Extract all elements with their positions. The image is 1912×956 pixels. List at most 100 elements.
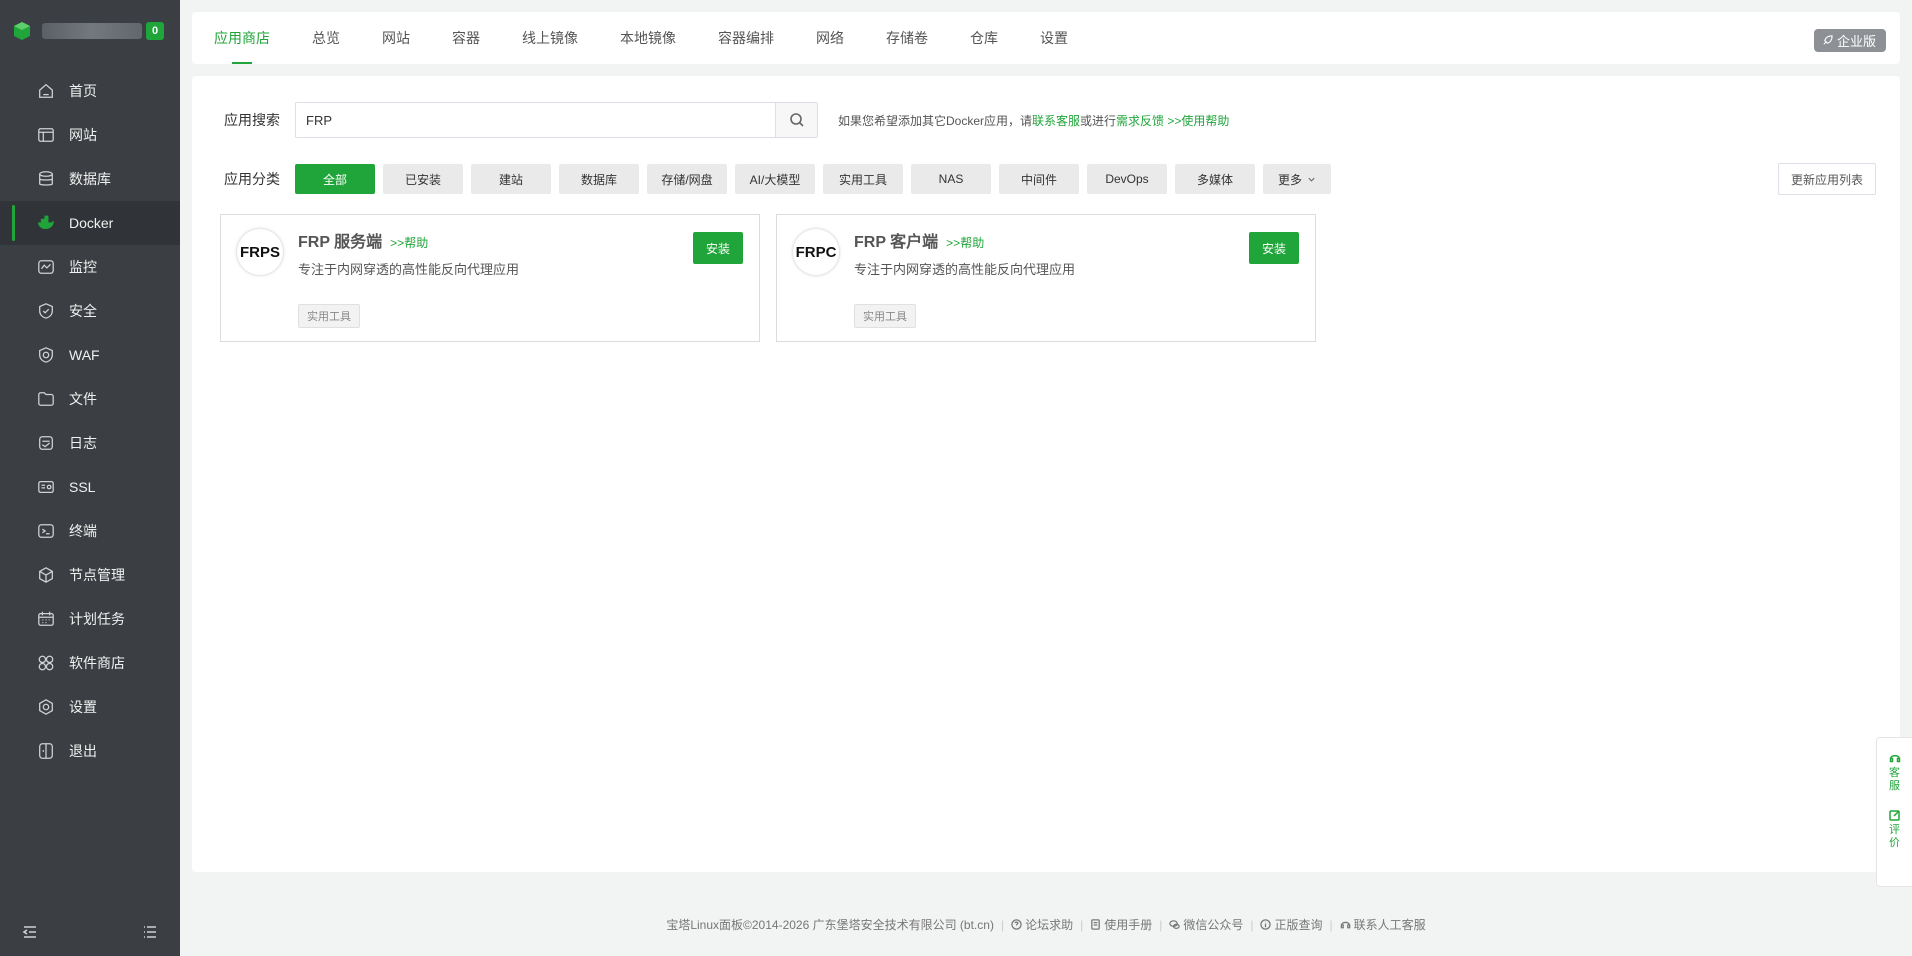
customer-service-button[interactable]: 客服 xyxy=(1889,752,1901,793)
sidebar-item-label: 监控 xyxy=(69,259,97,275)
footer-support-link[interactable]: 联系人工客服 xyxy=(1340,916,1426,933)
menu-list-icon[interactable] xyxy=(142,924,158,940)
sidebar-item-label: WAF xyxy=(69,347,100,363)
app-search-input[interactable] xyxy=(296,103,775,137)
blurred-hostname xyxy=(42,23,142,39)
sidebar-item-label: 节点管理 xyxy=(69,567,125,583)
sidebar-item-terminal[interactable]: 终端 xyxy=(0,509,180,553)
sidebar-item-website[interactable]: 网站 xyxy=(0,113,180,157)
app-help-link[interactable]: >>帮助 xyxy=(946,236,984,250)
sidebar-item-waf[interactable]: WAF xyxy=(0,333,180,377)
app-help-link[interactable]: >>帮助 xyxy=(390,236,428,250)
sidebar-item-label: SSL xyxy=(69,479,96,495)
sidebar-item-cron[interactable]: 计划任务 xyxy=(0,597,180,641)
sidebar-item-logs[interactable]: 日志 xyxy=(0,421,180,465)
category-more-dropdown[interactable]: 更多 xyxy=(1263,164,1331,194)
category-media[interactable]: 多媒体 xyxy=(1175,164,1255,194)
sidebar-item-docker[interactable]: Docker xyxy=(0,201,180,245)
node-icon xyxy=(36,565,56,585)
tab-app-store[interactable]: 应用商店 xyxy=(192,12,291,64)
sidebar-item-logout[interactable]: 退出 xyxy=(0,729,180,773)
tab-online-images[interactable]: 线上镜像 xyxy=(501,12,599,64)
sidebar-item-database[interactable]: 数据库 xyxy=(0,157,180,201)
sidebar-item-label: 文件 xyxy=(69,391,97,407)
search-label: 应用搜索 xyxy=(224,112,280,128)
tab-containers[interactable]: 容器 xyxy=(431,12,501,64)
sidebar-nav: 首页 网站 数据库 Docker 监控 安全 WAF 文件 日志 SSL 终端 … xyxy=(0,69,180,773)
sidebar-item-settings[interactable]: 设置 xyxy=(0,685,180,729)
sidebar-item-files[interactable]: 文件 xyxy=(0,377,180,421)
footer-link-label: 使用手册 xyxy=(1104,918,1153,932)
ssl-icon xyxy=(36,477,56,497)
tab-settings[interactable]: 设置 xyxy=(1019,12,1089,64)
app-card: FRPS FRP 服务端 >>帮助 专注于内网穿透的高性能反向代理应用 实用工具 … xyxy=(220,214,760,342)
brand-logo[interactable]: 0 xyxy=(0,0,180,62)
frpc-logo: FRPC xyxy=(793,229,839,275)
category-middleware[interactable]: 中间件 xyxy=(999,164,1079,194)
sidebar-item-security[interactable]: 安全 xyxy=(0,289,180,333)
footer-genuine-link[interactable]: 正版查询 xyxy=(1260,916,1323,933)
notification-badge[interactable]: 0 xyxy=(146,22,165,40)
sidebar-item-nodes[interactable]: 节点管理 xyxy=(0,553,180,597)
footer-forum-link[interactable]: 论坛求助 xyxy=(1011,916,1073,933)
sidebar-item-label: 退出 xyxy=(69,743,97,759)
database-icon xyxy=(36,169,56,189)
footer-wechat-link[interactable]: 微信公众号 xyxy=(1169,916,1243,933)
float-label: 评价 xyxy=(1889,824,1900,849)
tab-network[interactable]: 网络 xyxy=(795,12,865,64)
sidebar-item-ssl[interactable]: SSL xyxy=(0,465,180,509)
category-label: 应用分类 xyxy=(224,171,280,187)
store-icon xyxy=(36,653,56,673)
folder-icon xyxy=(36,389,56,409)
app-title: FRP 客户端 xyxy=(854,234,939,251)
category-ai[interactable]: AI/大模型 xyxy=(735,164,815,194)
app-category-tag: 实用工具 xyxy=(854,304,916,328)
category-nas[interactable]: NAS xyxy=(911,164,991,194)
tab-compose[interactable]: 容器编排 xyxy=(697,12,795,64)
tab-volumes[interactable]: 存储卷 xyxy=(865,12,949,64)
refresh-app-list-button[interactable]: 更新应用列表 xyxy=(1777,163,1876,195)
rocket-icon xyxy=(1823,35,1833,45)
collapse-sidebar-icon[interactable] xyxy=(22,924,38,940)
install-button[interactable]: 安装 xyxy=(1249,232,1299,264)
category-all[interactable]: 全部 xyxy=(295,164,375,194)
page-footer: 宝塔Linux面板©2014-2026 广东堡塔安全技术有限公司 (bt.cn)… xyxy=(666,916,1426,933)
tab-local-images[interactable]: 本地镜像 xyxy=(599,12,697,64)
frps-logo: FRPS xyxy=(237,229,283,275)
sidebar-item-home[interactable]: 首页 xyxy=(0,69,180,113)
category-storage[interactable]: 存储/网盘 xyxy=(647,164,727,194)
contact-support-link[interactable]: 联系客服 xyxy=(1032,114,1080,128)
install-button[interactable]: 安装 xyxy=(693,232,743,264)
footer-manual-link[interactable]: 使用手册 xyxy=(1090,916,1152,933)
category-website[interactable]: 建站 xyxy=(471,164,551,194)
info-circle-icon xyxy=(1260,919,1272,930)
sidebar-item-store[interactable]: 软件商店 xyxy=(0,641,180,685)
app-name: FRP 服务端 >>帮助 xyxy=(298,228,428,252)
review-button[interactable]: 评价 xyxy=(1888,809,1901,850)
category-database[interactable]: 数据库 xyxy=(559,164,639,194)
sidebar-item-label: 安全 xyxy=(69,303,97,319)
sidebar-item-label: 软件商店 xyxy=(69,655,125,671)
float-label: 客服 xyxy=(1889,767,1900,792)
search-button[interactable] xyxy=(775,103,817,137)
tab-registry[interactable]: 仓库 xyxy=(949,12,1019,64)
tab-overview[interactable]: 总览 xyxy=(291,12,361,64)
hint-text-mid: 或进行 xyxy=(1080,113,1117,128)
category-tools[interactable]: 实用工具 xyxy=(823,164,903,194)
copyright-text: 宝塔Linux面板©2014-2026 广东堡塔安全技术有限公司 (bt.cn) xyxy=(666,918,994,932)
footer-link-label: 微信公众号 xyxy=(1183,918,1244,932)
calendar-icon xyxy=(36,609,56,629)
category-row: 应用分类 全部 已安装 建站 数据库 存储/网盘 AI/大模型 实用工具 NAS… xyxy=(224,163,1876,195)
app-description: 专注于内网穿透的高性能反向代理应用 xyxy=(854,262,1076,277)
feedback-link[interactable]: 需求反馈 xyxy=(1116,114,1164,128)
sidebar-item-monitor[interactable]: 监控 xyxy=(0,245,180,289)
category-installed[interactable]: 已安装 xyxy=(383,164,463,194)
wechat-icon xyxy=(1169,920,1181,929)
footer-link-label: 联系人工客服 xyxy=(1353,918,1426,932)
category-devops[interactable]: DevOps xyxy=(1087,164,1167,194)
usage-help-link[interactable]: >>使用帮助 xyxy=(1167,114,1229,128)
help-circle-icon xyxy=(1011,919,1022,930)
enterprise-badge[interactable]: 企业版 xyxy=(1813,29,1886,52)
tab-website[interactable]: 网站 xyxy=(361,12,431,64)
chevron-down-icon xyxy=(1308,177,1315,182)
